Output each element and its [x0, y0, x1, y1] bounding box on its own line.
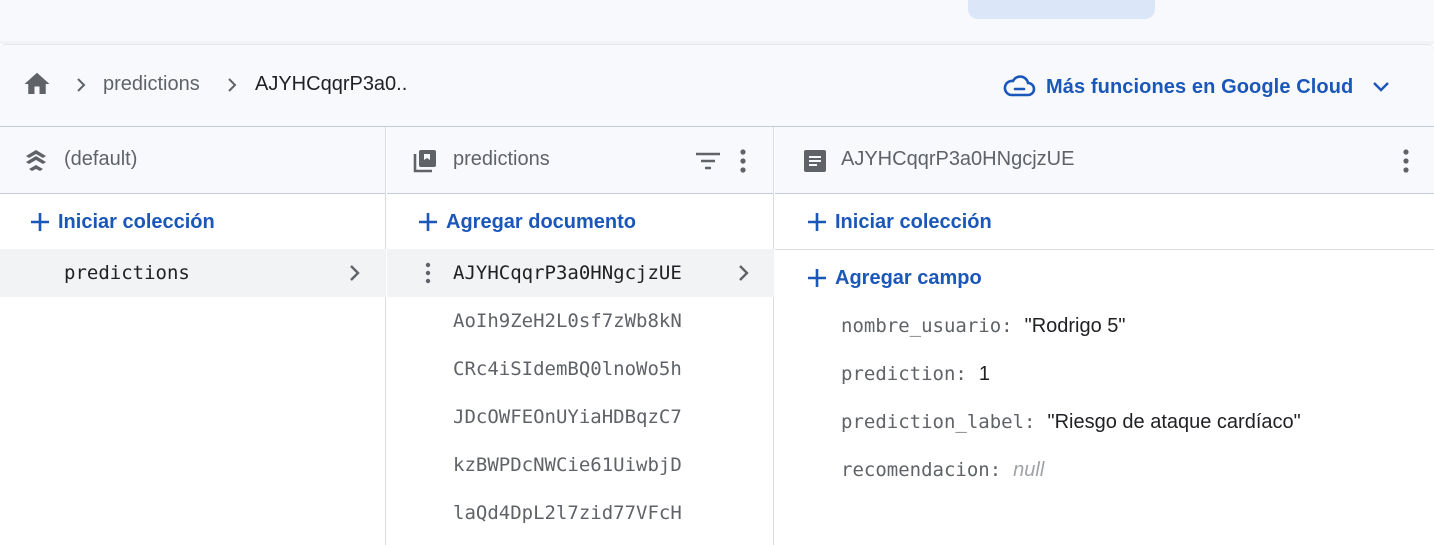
- database-panel: (default) Iniciar colección predictions: [0, 127, 386, 545]
- document-row[interactable]: AoIh9ZeH2L0sf7zWb8kN: [387, 297, 774, 345]
- plus-icon: [31, 213, 49, 231]
- add-document-button[interactable]: Agregar documento: [416, 204, 636, 240]
- panel-title: (default): [64, 148, 138, 170]
- breadcrumb-bar: predictions AJYHCqqrP3a0.. Más funciones…: [0, 44, 1434, 127]
- breadcrumb-item-collection[interactable]: predictions: [103, 73, 200, 96]
- field-value: null: [1013, 459, 1045, 481]
- collection-name: predictions: [64, 262, 190, 284]
- chevron-down-icon: [1373, 82, 1390, 92]
- chevron-right-icon: [77, 78, 86, 92]
- more-vert-icon[interactable]: [423, 261, 433, 285]
- add-field-button[interactable]: Agregar campo: [805, 260, 982, 296]
- field-name: nombre_usuario: [841, 315, 1002, 337]
- field-name: prediction: [841, 363, 956, 385]
- chevron-right-icon: [228, 78, 237, 92]
- google-cloud-button[interactable]: Más funciones en Google Cloud: [1002, 69, 1391, 105]
- field-row[interactable]: prediction_label: "Riesgo de ataque card…: [841, 411, 1301, 441]
- document-row[interactable]: JDcOWFEOnUYiaHDBqzC7: [387, 393, 774, 441]
- more-vert-icon[interactable]: [1400, 147, 1412, 175]
- document-id: AoIh9ZeH2L0sf7zWb8kN: [453, 310, 682, 332]
- panel-header: predictions: [387, 127, 773, 194]
- field-value: 1: [978, 363, 990, 385]
- cloud-icon: [1003, 75, 1036, 97]
- field-value: "Rodrigo 5": [1024, 315, 1126, 337]
- document-panel: AJYHCqqrP3a0HNgcjzUE Iniciar colección A…: [775, 127, 1434, 545]
- plus-icon: [808, 213, 826, 231]
- home-icon[interactable]: [22, 69, 52, 99]
- field-value: "Riesgo de ataque cardíaco": [1047, 411, 1301, 433]
- document-id: AJYHCqqrP3a0HNgcjzUE: [453, 262, 682, 284]
- panel-title: AJYHCqqrP3a0HNgcjzUE: [841, 148, 1075, 170]
- google-cloud-label: Más funciones en Google Cloud: [1046, 75, 1354, 98]
- document-id: kzBWPDcNWCie61UiwbjD: [453, 454, 682, 476]
- document-row[interactable]: CRc4iSIdemBQ0lnoWo5h: [387, 345, 774, 393]
- field-row[interactable]: nombre_usuario: "Rodrigo 5": [841, 315, 1126, 345]
- plus-icon: [808, 269, 826, 287]
- field-name: recomendacion: [841, 459, 990, 481]
- plus-icon: [419, 213, 437, 231]
- start-subcollection-label: Iniciar colección: [835, 210, 992, 233]
- document-row[interactable]: kzBWPDcNWCie61UiwbjD: [387, 441, 774, 489]
- filter-icon[interactable]: [693, 149, 723, 173]
- add-field-label: Agregar campo: [835, 266, 982, 289]
- collection-item[interactable]: predictions: [0, 249, 386, 297]
- start-collection-button[interactable]: Iniciar colección: [28, 204, 215, 240]
- database-stack-icon: [26, 150, 46, 171]
- field-row[interactable]: recomendacion: null: [841, 459, 1044, 489]
- start-subcollection-button[interactable]: Iniciar colección: [805, 204, 992, 240]
- field-row[interactable]: prediction: 1: [841, 363, 990, 393]
- divider: [775, 249, 1434, 250]
- field-name: prediction_label: [841, 411, 1025, 433]
- start-collection-label: Iniciar colección: [58, 210, 215, 233]
- document-id: CRc4iSIdemBQ0lnoWo5h: [453, 358, 682, 380]
- collection-icon: [413, 150, 436, 173]
- document-icon: [804, 150, 826, 172]
- document-row[interactable]: AJYHCqqrP3a0HNgcjzUE: [387, 249, 774, 297]
- panel-header: (default): [0, 127, 385, 194]
- chevron-right-icon: [350, 265, 360, 281]
- collection-panel: predictions Agregar documento AJYHCqqrP3…: [387, 127, 774, 545]
- document-id: JDcOWFEOnUYiaHDBqzC7: [453, 406, 682, 428]
- document-id: laQd4DpL2l7zid77VFcH: [453, 502, 682, 524]
- panel-header: AJYHCqqrP3a0HNgcjzUE: [775, 127, 1434, 194]
- document-row[interactable]: laQd4DpL2l7zid77VFcH: [387, 489, 774, 537]
- breadcrumb-item-document[interactable]: AJYHCqqrP3a0..: [255, 73, 407, 96]
- add-document-label: Agregar documento: [446, 210, 637, 233]
- chevron-right-icon: [739, 265, 749, 281]
- top-strip: [0, 0, 1434, 44]
- panel-title: predictions: [453, 148, 550, 170]
- more-vert-icon[interactable]: [737, 147, 749, 175]
- top-tab-active[interactable]: [968, 0, 1155, 19]
